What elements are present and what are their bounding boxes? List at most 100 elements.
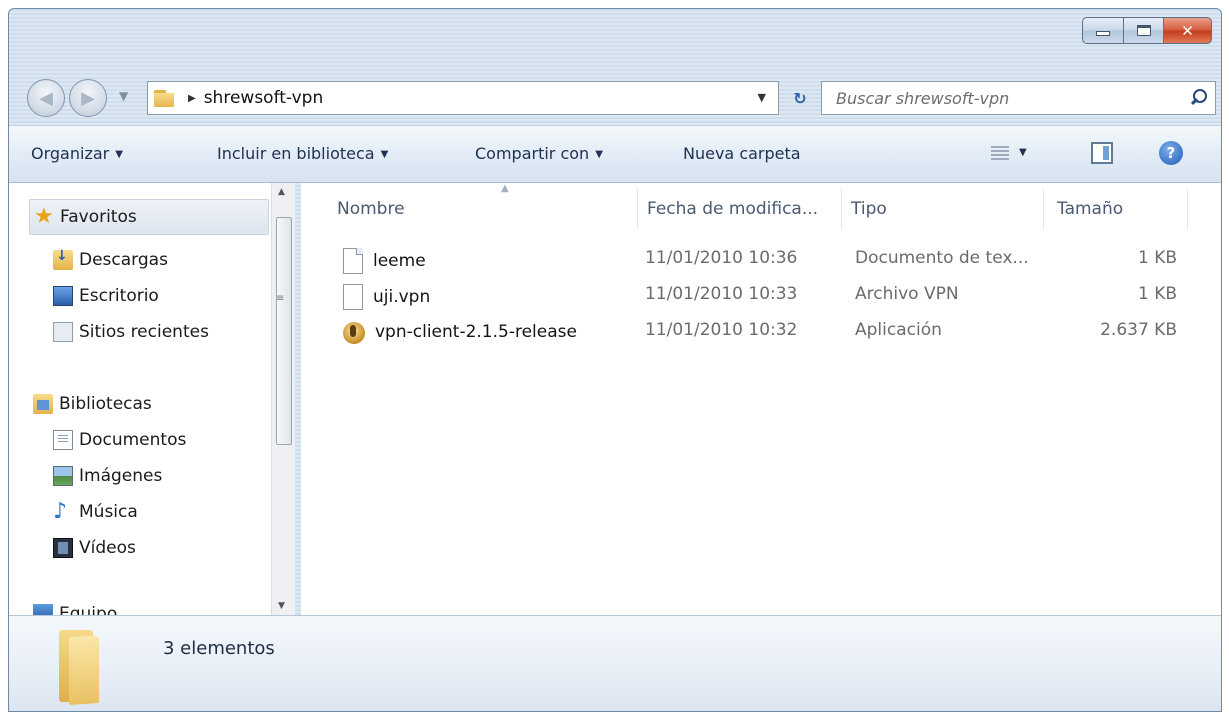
chevron-down-icon: ▼ <box>595 149 603 160</box>
pictures-icon <box>53 466 73 486</box>
back-button[interactable]: ◀ <box>27 79 65 117</box>
file-name: vpn-client-2.1.5-release <box>375 322 577 342</box>
sidebar-item-desktop[interactable]: Escritorio <box>53 283 159 309</box>
search-placeholder: Buscar shrewsoft-vpn <box>836 88 1010 108</box>
help-icon[interactable]: ? <box>1159 141 1183 165</box>
sidebar-item-documents[interactable]: Documentos <box>53 427 186 453</box>
sidebar-item-label: Bibliotecas <box>59 394 152 414</box>
organize-label: Organizar <box>31 144 110 163</box>
sidebar-item-label: Imágenes <box>79 466 163 486</box>
file-date: 11/01/2010 10:33 <box>645 284 798 304</box>
sort-ascending-icon: ▲ <box>501 183 509 194</box>
column-header-label: Tamaño <box>1057 199 1124 219</box>
file-row[interactable]: uji.vpn 11/01/2010 10:33 Archivo VPN 1 K… <box>323 277 1213 313</box>
file-size: 1 KB <box>1137 284 1177 304</box>
help-glyph: ? <box>1166 144 1176 162</box>
sidebar-item-label: Sitios recientes <box>79 322 209 342</box>
file-name-cell[interactable]: leeme <box>343 248 426 274</box>
new-folder-button[interactable]: Nueva carpeta <box>683 144 801 163</box>
navigation-scrollbar[interactable]: ▲ ≡ ▼ <box>271 183 295 615</box>
forward-button[interactable]: ▶ <box>69 79 107 117</box>
sidebar-item-pictures[interactable]: Imágenes <box>53 463 162 489</box>
sidebar-item-label: Descargas <box>79 250 168 270</box>
star-icon: ★ <box>34 204 54 229</box>
file-list: Nombre ▲ Fecha de modifica... Tipo Tamañ… <box>301 183 1221 615</box>
column-header-type[interactable]: Tipo <box>841 183 1041 235</box>
view-options-button[interactable]: ▼ <box>991 144 1031 164</box>
folder-icon <box>154 87 178 109</box>
breadcrumb-separator-icon[interactable]: ▶ <box>188 93 196 104</box>
computer-icon <box>33 604 53 615</box>
close-icon: ✕ <box>1181 21 1194 40</box>
refresh-icon: ↻ <box>793 88 807 108</box>
sidebar-item-libraries[interactable]: Bibliotecas <box>33 391 152 417</box>
scroll-grip-icon: ≡ <box>276 293 285 304</box>
file-row[interactable]: vpn-client-2.1.5-release 11/01/2010 10:3… <box>323 313 1213 349</box>
sidebar-item-downloads[interactable]: Descargas <box>53 247 168 273</box>
minimize-button[interactable] <box>1082 17 1124 44</box>
file-type: Documento de tex... <box>855 248 1029 268</box>
maximize-icon <box>1136 25 1151 36</box>
file-date: 11/01/2010 10:32 <box>645 320 798 340</box>
share-with-menu[interactable]: Compartir con ▼ <box>475 144 603 163</box>
search-input[interactable]: Buscar shrewsoft-vpn <box>821 81 1216 115</box>
text-document-icon <box>343 248 363 274</box>
column-header-size[interactable]: Tamaño <box>1047 183 1187 235</box>
column-header-name[interactable]: Nombre ▲ <box>327 183 637 235</box>
window-controls: ✕ <box>1082 17 1212 44</box>
file-name: leeme <box>373 251 426 271</box>
include-library-menu[interactable]: Incluir en biblioteca ▼ <box>217 144 388 163</box>
navigation-bar: ◀ ▶ ▼ ▶ shrewsoft-vpn ▼ ↻ Buscar shrewso… <box>23 77 1216 117</box>
address-dropdown-icon[interactable]: ▼ <box>758 91 766 104</box>
sidebar-item-computer[interactable]: Equipo <box>33 601 117 615</box>
breadcrumb-shrewsoft-vpn[interactable]: shrewsoft-vpn <box>204 88 324 108</box>
downloads-folder-icon <box>53 248 73 270</box>
sidebar-item-favorites[interactable]: ★ Favoritos <box>29 199 269 235</box>
navigation-pane: ★ Favoritos Descargas Escritorio Sitios … <box>9 183 271 615</box>
column-divider[interactable] <box>1043 189 1044 229</box>
file-row[interactable]: leeme 11/01/2010 10:36 Documento de tex.… <box>323 241 1213 277</box>
desktop-icon <box>53 286 73 306</box>
file-size: 2.637 KB <box>1100 320 1177 340</box>
scroll-down-icon[interactable]: ▼ <box>278 601 285 611</box>
search-icon[interactable] <box>1189 88 1207 108</box>
refresh-button[interactable]: ↻ <box>785 81 815 115</box>
forward-arrow-icon: ▶ <box>81 87 95 109</box>
column-divider[interactable] <box>1187 189 1188 229</box>
back-arrow-icon: ◀ <box>39 87 53 109</box>
scrollbar-thumb[interactable] <box>276 217 292 445</box>
maximize-button[interactable] <box>1124 17 1164 44</box>
file-type: Aplicación <box>855 320 942 340</box>
details-pane: 3 elementos <box>9 615 1221 711</box>
recent-places-icon <box>53 322 73 342</box>
item-count: 3 elementos <box>163 638 275 659</box>
chevron-down-icon: ▼ <box>380 149 389 160</box>
organize-menu[interactable]: Organizar ▼ <box>31 144 123 163</box>
file-name-cell[interactable]: vpn-client-2.1.5-release <box>343 320 577 344</box>
chevron-down-icon: ▼ <box>1019 147 1027 158</box>
column-header-label: Tipo <box>851 199 887 219</box>
new-folder-label: Nueva carpeta <box>683 144 801 163</box>
sidebar-item-recent-places[interactable]: Sitios recientes <box>53 319 209 345</box>
sidebar-item-label: Documentos <box>79 430 187 450</box>
preview-pane-icon[interactable] <box>1091 142 1113 164</box>
column-header-label: Fecha de modifica... <box>647 199 819 219</box>
column-header-date[interactable]: Fecha de modifica... <box>637 183 837 235</box>
address-bar[interactable]: ▶ shrewsoft-vpn ▼ <box>147 81 779 115</box>
sidebar-item-label: Escritorio <box>79 286 159 306</box>
command-bar: Organizar ▼ Incluir en biblioteca ▼ Compar… <box>9 125 1221 183</box>
recent-pages-dropdown[interactable]: ▼ <box>119 89 128 103</box>
sidebar-item-music[interactable]: ♪ Música <box>53 499 138 525</box>
sidebar-item-label: Vídeos <box>79 538 136 558</box>
minimize-icon <box>1096 31 1110 36</box>
documents-icon <box>53 430 73 450</box>
sidebar-item-videos[interactable]: Vídeos <box>53 535 136 561</box>
scroll-up-icon[interactable]: ▲ <box>278 187 285 197</box>
file-date: 11/01/2010 10:36 <box>645 248 798 268</box>
sidebar-item-label: Música <box>79 502 138 522</box>
file-name-cell[interactable]: uji.vpn <box>343 284 430 310</box>
file-name: uji.vpn <box>373 287 431 307</box>
close-button[interactable]: ✕ <box>1164 17 1212 44</box>
include-library-label: Incluir en biblioteca <box>217 144 375 163</box>
music-icon: ♪ <box>53 499 68 524</box>
